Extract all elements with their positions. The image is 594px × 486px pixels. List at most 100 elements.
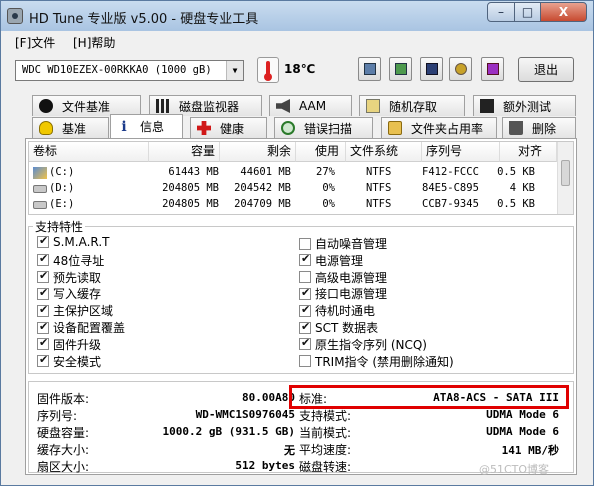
feature-label: 写入缓存 (53, 287, 102, 302)
checked-checkbox-icon (37, 269, 49, 284)
app-icon (7, 8, 23, 24)
tab-folder-usage[interactable]: 文件夹占用率 (381, 117, 497, 138)
info-value: 141 MB/秒 (501, 444, 559, 457)
column-header[interactable]: 对齐 (500, 142, 557, 162)
tab-erase[interactable]: 删除 (502, 117, 576, 138)
exit-button[interactable]: 退出 (518, 57, 574, 82)
save-icon (426, 63, 438, 75)
volume-table: 卷标 容量 剩余 使用 文件系统 序列号 对齐 (C:) 61443 MB 44… (28, 141, 574, 215)
download-arrow-icon (487, 63, 499, 75)
info-value: UDMA Mode 6 (486, 408, 559, 421)
feature-label: 自动噪音管理 (315, 237, 388, 251)
cell-label: (C:) (49, 166, 75, 178)
info-value: UDMA Mode 6 (486, 425, 559, 438)
feature-label: 预先读取 (53, 270, 102, 285)
close-button[interactable]: X (540, 2, 587, 22)
table-row[interactable]: (E:) 204805 MB 204709 MB 0% NTFS CCB7-93… (29, 196, 557, 214)
speaker-icon (276, 99, 290, 113)
cell-filesystem: NTFS (366, 166, 392, 178)
checked-checkbox-icon (37, 286, 49, 300)
info-icon: i (121, 118, 127, 135)
checked-checkbox-icon (37, 353, 49, 368)
column-header[interactable]: 使用 (296, 142, 346, 162)
tab-info[interactable]: i 信息 (110, 114, 183, 138)
checked-checkbox-icon (37, 252, 49, 267)
tab-file-benchmark[interactable]: 文件基准 (32, 95, 141, 116)
menu-file[interactable]: [F]文件 (15, 34, 55, 51)
column-header[interactable]: 容量 (149, 142, 220, 162)
cell-serial: 84E5-C895 (422, 182, 479, 194)
tab-health[interactable]: 健康 (190, 117, 267, 138)
minimize-button[interactable]: – (487, 2, 515, 22)
cell-free: 44601 MB (240, 166, 291, 178)
cell-used: 27% (316, 166, 335, 178)
drive-icon (33, 201, 47, 209)
checked-checkbox-icon (37, 336, 49, 351)
feature-label: 接口电源管理 (315, 287, 388, 302)
feature-label: 主保护区域 (53, 304, 114, 319)
random-access-icon (366, 99, 380, 113)
info-label: 磁盘转速: (299, 460, 352, 474)
column-header[interactable]: 文件系统 (346, 142, 422, 162)
chevron-down-icon[interactable]: ▼ (226, 61, 243, 80)
feature-label: 高级电源管理 (315, 270, 388, 285)
cell-used: 0% (322, 182, 335, 194)
tab-aam[interactable]: AAM (269, 95, 352, 116)
checked-checkbox-icon (37, 303, 49, 317)
tab-label: 文件基准 (62, 99, 111, 114)
cell-label: (E:) (49, 198, 75, 210)
tab-random-access[interactable]: 随机存取 (359, 95, 465, 116)
drive-icon (33, 185, 47, 193)
features-label: 支持特性 (33, 218, 86, 235)
info-label: 扇区大小: (37, 460, 90, 474)
cell-filesystem: NTFS (366, 198, 392, 210)
feature-label: TRIM指令 (禁用删除通知) (315, 354, 454, 369)
column-header[interactable]: 剩余 (220, 142, 296, 162)
trash-icon (509, 121, 523, 135)
features-group: 支持特性 S.M.A.R.T 48位寻址预先读取写入缓存主保护区域设备配置覆盖固件… (28, 218, 574, 374)
feature-item: 安全模式 (37, 353, 101, 370)
drive-select[interactable]: WDC WD10EZEX-00RKKA0 (1000 gB) ▼ (15, 60, 244, 81)
cell-alignment: 0.5 KB (497, 198, 535, 210)
maximize-button[interactable]: □ (514, 2, 541, 22)
tab-label: 健康 (220, 121, 245, 136)
tab-benchmark[interactable]: 基准 (32, 117, 109, 138)
tab-error-scan[interactable]: 错误扫描 (274, 117, 373, 138)
feature-item: 原生指令序列 (NCQ) (299, 336, 427, 353)
cell-capacity: 204805 MB (162, 198, 219, 210)
scroll-thumb[interactable] (561, 160, 570, 186)
watermark: @51CTO博客 (479, 463, 550, 476)
cell-capacity: 204805 MB (162, 182, 219, 194)
cell-filesystem: NTFS (366, 182, 392, 194)
info-label: 支持模式: (299, 409, 352, 423)
feature-item: 设备配置覆盖 (37, 319, 125, 336)
checked-checkbox-icon (299, 320, 311, 334)
info-value: WD-WMC1S0976045 (195, 408, 295, 421)
info-value: 无 (284, 444, 295, 457)
info-label: 固件版本: (37, 392, 90, 406)
feature-item: 主保护区域 (37, 302, 113, 319)
cell-free: 204709 MB (234, 198, 291, 210)
info-label: 平均速度: (299, 443, 352, 457)
update-button[interactable] (481, 57, 504, 81)
tab-label: 错误扫描 (304, 121, 353, 136)
cell-used: 0% (322, 198, 335, 210)
options-button[interactable] (449, 57, 472, 81)
tab-extra-tests[interactable]: 额外测试 (473, 95, 576, 116)
column-header[interactable]: 卷标 (29, 142, 149, 162)
feature-item: 接口电源管理 (299, 285, 387, 302)
tab-disk-monitor[interactable]: 磁盘监视器 (149, 95, 262, 116)
cell-alignment: 0.5 KB (497, 166, 535, 178)
unchecked-checkbox-icon (299, 355, 311, 368)
copy-button[interactable] (358, 57, 381, 81)
column-header[interactable]: 序列号 (422, 142, 500, 162)
app-window: HD Tune 专业版 v5.00 - 硬盘专业工具 – □ X [F]文件 [… (0, 0, 594, 486)
standard-highlight-box (289, 385, 569, 409)
vertical-scrollbar[interactable] (557, 142, 573, 214)
copy-all-button[interactable] (389, 57, 412, 81)
info-value: 512 bytes (235, 459, 295, 472)
save-button[interactable] (420, 57, 443, 81)
folder-icon (388, 121, 402, 135)
feature-label: 电源管理 (315, 253, 364, 268)
menu-help[interactable]: [H]帮助 (73, 34, 115, 51)
